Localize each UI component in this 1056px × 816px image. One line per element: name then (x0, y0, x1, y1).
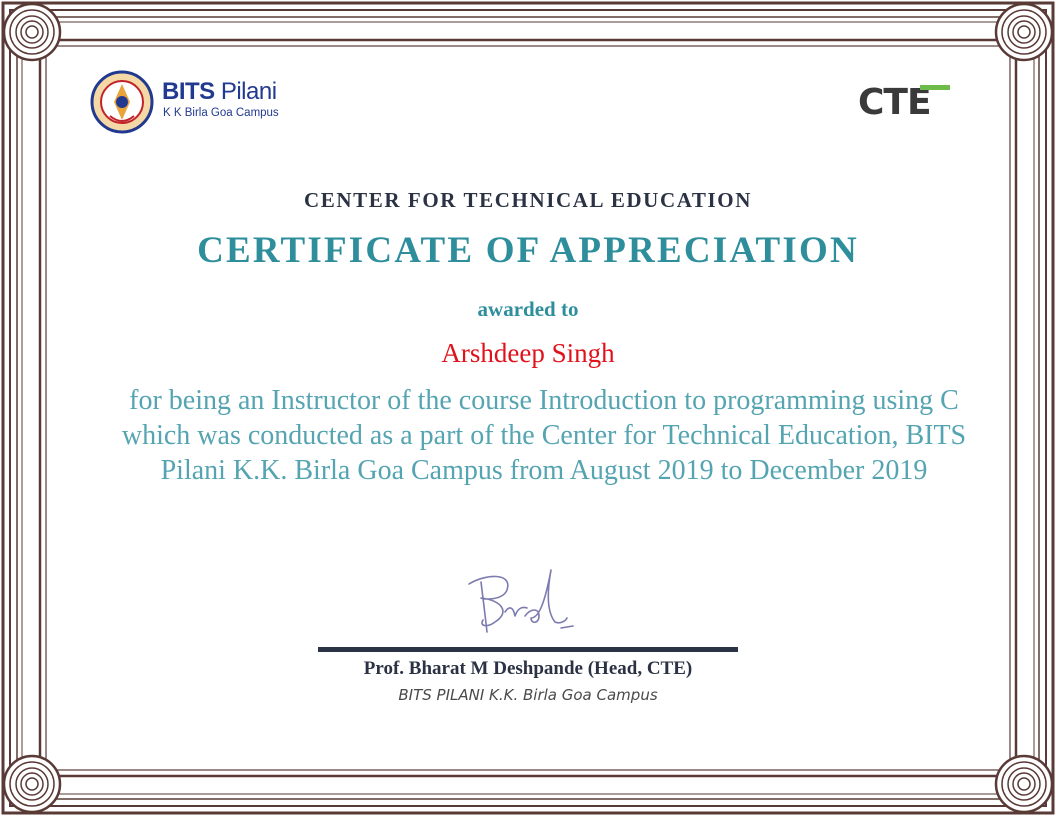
awarded-to-label: awarded to (477, 297, 579, 321)
handwritten-signature (468, 569, 574, 633)
recipient-name: Arshdeep Singh (441, 338, 615, 368)
corner-ornament-top-left (2, 2, 62, 62)
campus-subtitle: K K Birla Goa Campus (163, 107, 279, 119)
bits-wordmark: BITS Pilani (162, 78, 277, 105)
cte-logo-text: CTE (858, 82, 931, 120)
citation-text: for being an Instructor of the course In… (121, 385, 967, 486)
cte-logo: CTE (858, 82, 950, 120)
signatory-organization: BITS PILANI K.K. Birla Goa Campus (398, 686, 658, 704)
corner-ornament-bottom-right (994, 754, 1054, 814)
bits-pilani-logo: BITS Pilani K K Birla Goa Campus (88, 70, 288, 136)
signature-line (318, 647, 738, 652)
signatory-name: Prof. Bharat M Deshpande (Head, CTE) (363, 658, 693, 679)
corner-ornament-top-right (994, 2, 1054, 62)
certificate-title: CERTIFICATE OF APPRECIATION (197, 230, 859, 271)
bits-seal-icon (90, 70, 154, 134)
organization-heading: CENTER FOR TECHNICAL EDUCATION (303, 188, 753, 212)
corner-ornament-bottom-left (2, 754, 62, 814)
